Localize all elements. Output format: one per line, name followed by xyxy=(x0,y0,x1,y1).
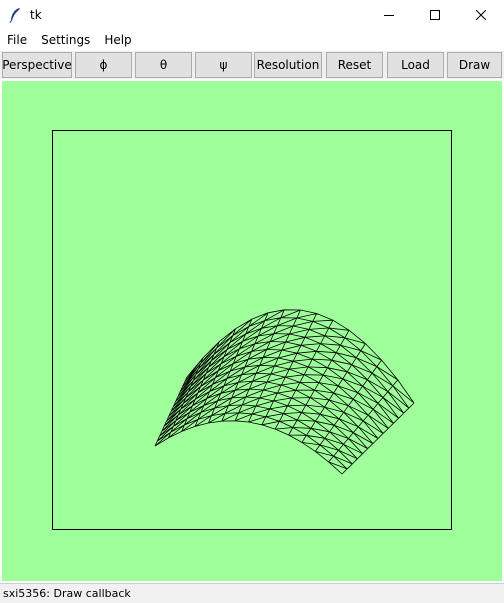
perspective-button[interactable]: Perspective xyxy=(2,52,72,78)
window-controls xyxy=(366,0,504,30)
maximize-icon xyxy=(430,10,440,20)
load-button[interactable]: Load xyxy=(387,52,444,78)
resolution-button[interactable]: Resolution xyxy=(254,52,322,78)
status-bar: sxi5356: Draw callback xyxy=(0,583,504,603)
maximize-button[interactable] xyxy=(412,0,458,30)
close-button[interactable] xyxy=(458,0,504,30)
theta-button[interactable]: θ xyxy=(135,52,192,78)
minimize-icon xyxy=(384,15,394,16)
status-text: sxi5356: Draw callback xyxy=(3,587,131,600)
close-icon xyxy=(476,10,486,20)
minimize-button[interactable] xyxy=(366,0,412,30)
window-title: tk xyxy=(30,8,42,22)
toolbar: Perspective ϕ θ ψ Resolution Reset Load … xyxy=(0,51,504,79)
phi-button[interactable]: ϕ xyxy=(75,52,132,78)
surface-mesh xyxy=(154,309,415,475)
psi-button[interactable]: ψ xyxy=(195,52,252,78)
reset-button[interactable]: Reset xyxy=(326,52,383,78)
menu-help[interactable]: Help xyxy=(97,30,138,50)
draw-button[interactable]: Draw xyxy=(447,52,502,78)
menu-bar: File Settings Help xyxy=(0,30,504,50)
title-bar: tk xyxy=(0,0,504,30)
mesh-lines xyxy=(154,309,415,475)
menu-file[interactable]: File xyxy=(0,30,34,50)
menu-settings[interactable]: Settings xyxy=(34,30,97,50)
drawing-canvas[interactable] xyxy=(2,81,502,581)
feather-icon xyxy=(0,0,30,30)
